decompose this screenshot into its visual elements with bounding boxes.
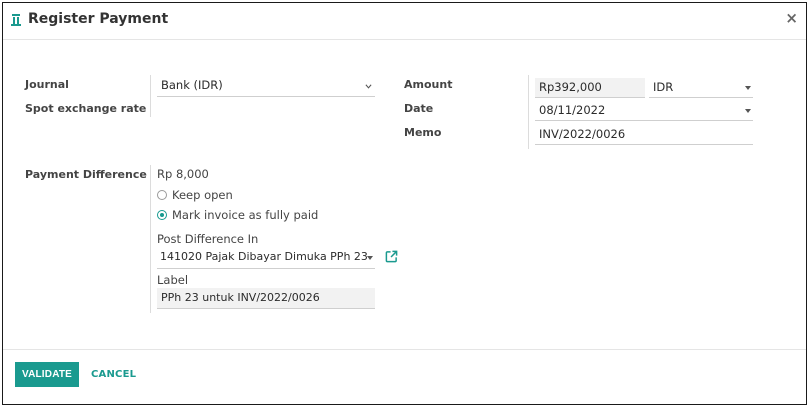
label-caption: Label	[157, 273, 189, 287]
close-icon[interactable]: ×	[785, 9, 798, 27]
date-label: Date	[404, 102, 434, 115]
label-value: PPh 23 untuk INV/2022/0026	[161, 291, 320, 304]
journal-select-value: Bank (IDR)	[161, 78, 223, 92]
amount-value: Rp392,000	[539, 80, 602, 94]
spot-exchange-rate-label: Spot exchange rate	[25, 102, 147, 115]
caret-down-icon	[745, 86, 751, 90]
caret-down-icon	[745, 109, 751, 113]
register-payment-dialog: Register Payment × Journal Spot exchange…	[2, 2, 807, 405]
currency-select[interactable]: IDR	[649, 78, 753, 98]
left-column-separator	[150, 75, 151, 117]
caret-down-icon	[367, 256, 373, 260]
keep-open-label[interactable]: Keep open	[172, 188, 233, 202]
post-difference-value: 141020 Pajak Dibayar Dimuka PPh 23	[160, 250, 368, 263]
right-column-separator	[528, 75, 529, 149]
footer-divider	[3, 349, 806, 350]
post-difference-label: Post Difference In	[157, 232, 259, 246]
label-input[interactable]: PPh 23 untuk INV/2022/0026	[157, 288, 375, 309]
memo-value: INV/2022/0026	[539, 127, 626, 141]
payment-difference-label: Payment Difference	[25, 168, 147, 181]
app-logo-icon	[11, 14, 21, 26]
memo-label: Memo	[404, 126, 442, 139]
radio-mark-fully-paid[interactable]	[157, 210, 167, 220]
cancel-button[interactable]: CANCEL	[91, 362, 136, 387]
amount-label: Amount	[404, 78, 453, 91]
currency-value: IDR	[653, 80, 674, 94]
external-link-icon[interactable]	[385, 250, 398, 263]
amount-input[interactable]: Rp392,000	[535, 78, 645, 98]
journal-label: Journal	[25, 78, 69, 91]
chevron-down-icon	[365, 84, 372, 89]
header-divider	[3, 39, 806, 40]
memo-input[interactable]: INV/2022/0026	[535, 125, 753, 145]
mark-fully-paid-label[interactable]: Mark invoice as fully paid	[172, 208, 318, 222]
journal-select[interactable]: Bank (IDR)	[157, 77, 375, 97]
difference-column-separator	[150, 165, 151, 313]
validate-button[interactable]: VALIDATE	[15, 362, 79, 387]
post-difference-select[interactable]: 141020 Pajak Dibayar Dimuka PPh 23	[157, 248, 375, 269]
date-value: 08/11/2022	[539, 103, 606, 117]
date-input[interactable]: 08/11/2022	[535, 101, 753, 121]
radio-keep-open[interactable]	[157, 190, 167, 200]
dialog-title: Register Payment	[28, 11, 169, 27]
dialog-header: Register Payment ×	[3, 3, 806, 39]
difference-amount: Rp 8,000	[157, 167, 209, 181]
